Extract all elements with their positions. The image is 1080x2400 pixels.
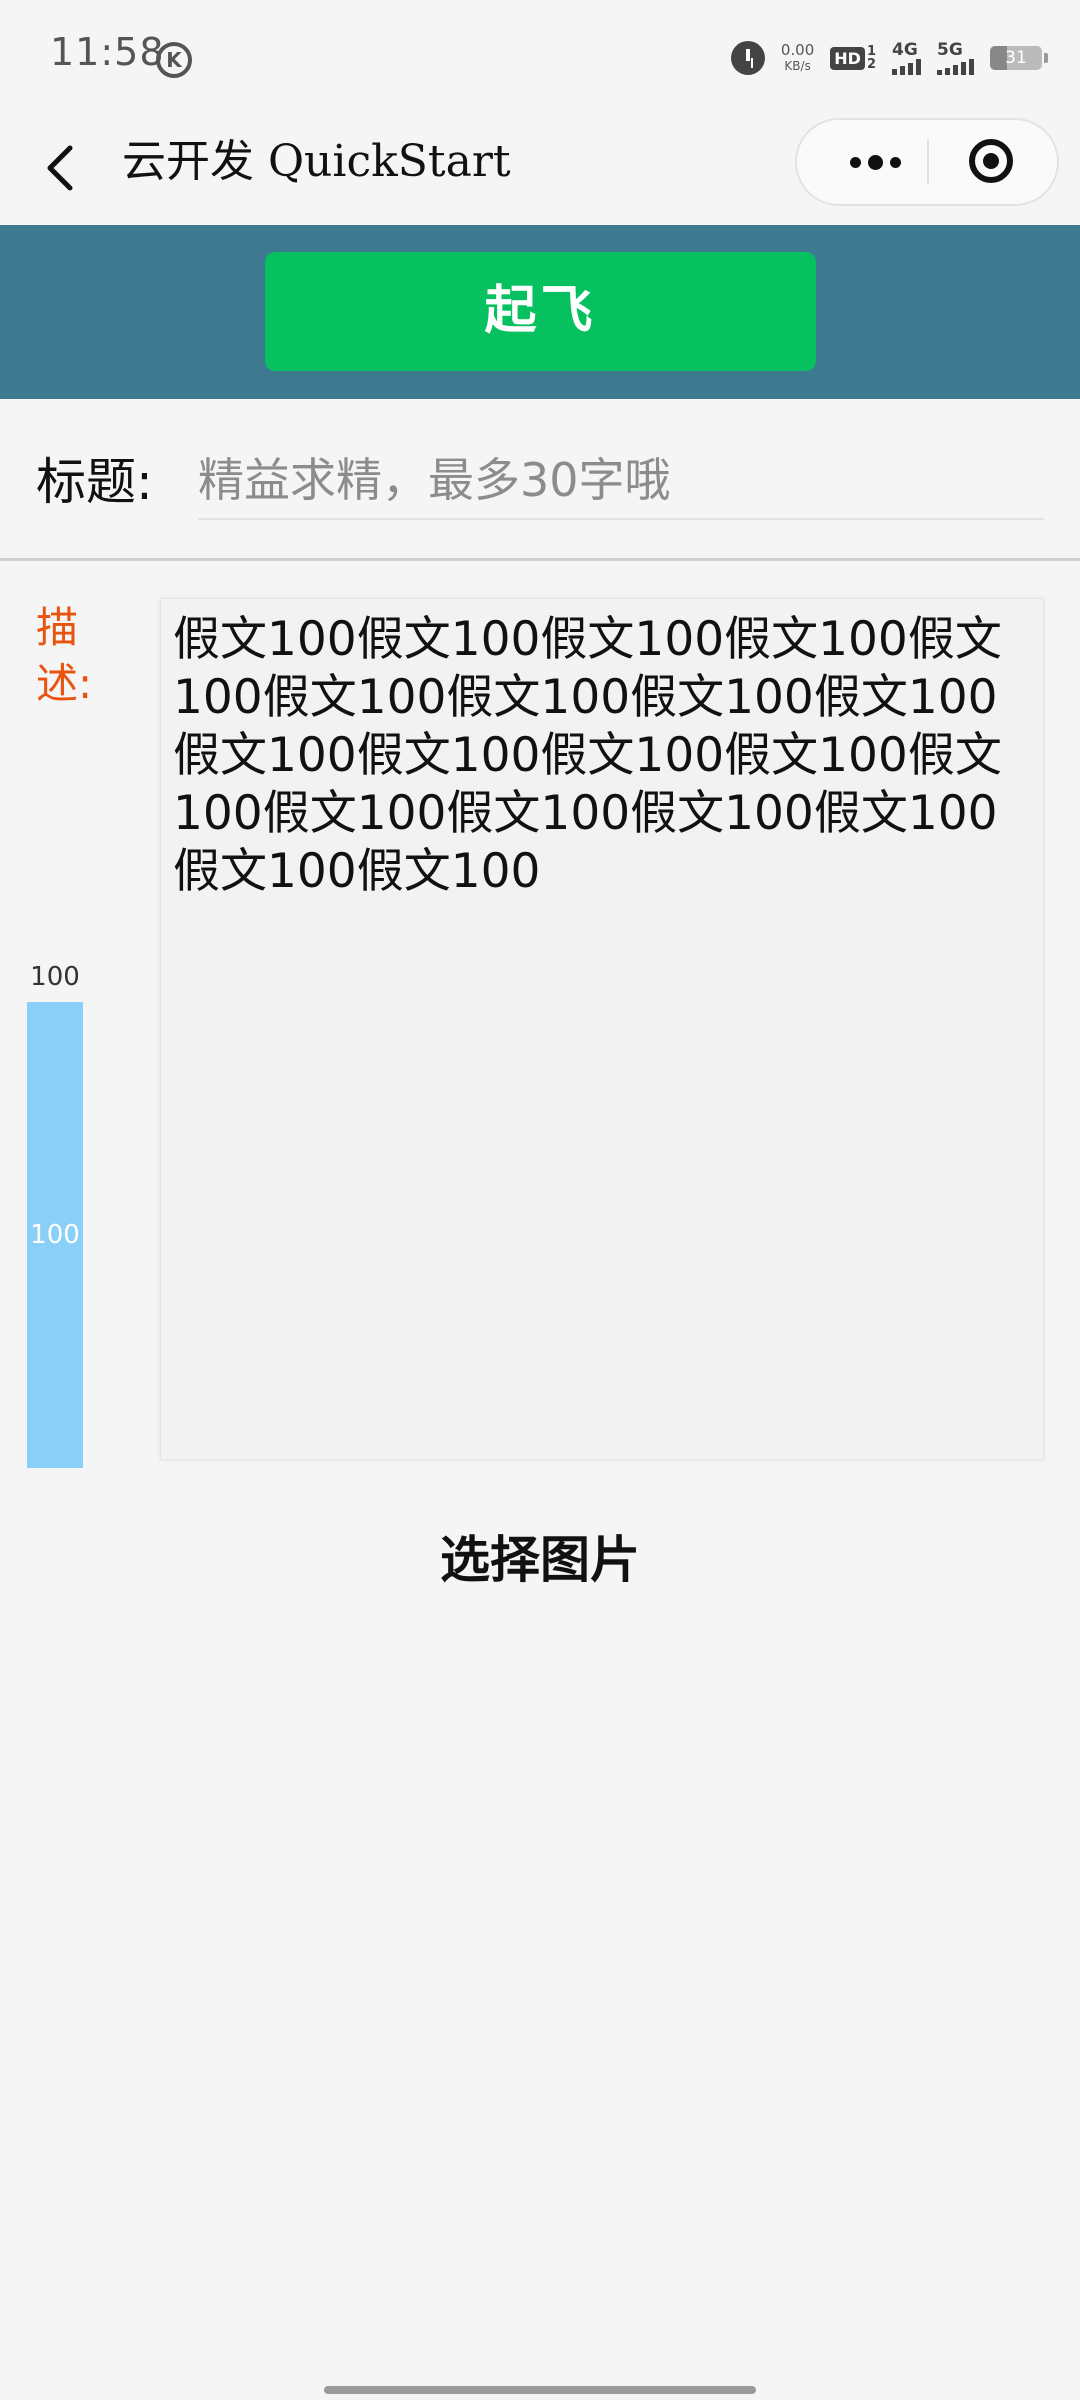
description-textarea[interactable]: 假文100假文100假文100假文100假文100假文100假文100假文100… — [160, 598, 1044, 1460]
title-label: 标题: — [36, 453, 153, 511]
description-label: 描述: — [36, 603, 93, 708]
signal-bars-icon — [892, 59, 921, 75]
signal-bars-icon — [937, 59, 974, 75]
app-screen: 11:58 K 0.00 KB/s HD 1 2 4G 5G 31 云开发 Qu… — [0, 0, 1080, 2400]
signal-5g-label: 5G — [937, 40, 963, 60]
more-button[interactable] — [827, 120, 923, 204]
net-speed-value: 0.00 — [780, 41, 815, 59]
navigation-bar: 云开发 QuickStart — [0, 110, 1080, 225]
net-speed: 0.00 KB/s — [781, 42, 814, 74]
signal-4g-label: 4G — [892, 40, 918, 60]
mini-program-capsule — [795, 118, 1059, 206]
chevron-left-icon — [47, 145, 73, 191]
close-target-icon[interactable] — [969, 139, 1013, 183]
title-input[interactable] — [198, 442, 1044, 520]
signal-4g: 4G — [892, 41, 921, 75]
hd-sub-2: 2 — [866, 57, 876, 72]
back-button[interactable] — [40, 140, 90, 200]
status-icons: 0.00 KB/s HD 1 2 4G 5G 31 — [730, 36, 1048, 80]
k-badge-icon: K — [156, 42, 192, 78]
battery-level: 31 — [1005, 48, 1027, 68]
hd-indicator: HD 1 2 — [830, 45, 876, 71]
status-time: 11:58 — [50, 30, 165, 74]
status-bar: 11:58 K 0.00 KB/s HD 1 2 4G 5G 31 — [0, 0, 1080, 110]
battery-icon: 31 — [990, 46, 1048, 70]
takeoff-button[interactable]: 起飞 — [265, 252, 816, 371]
net-speed-unit: KB/s — [784, 59, 811, 73]
action-band: 起飞 — [0, 225, 1080, 399]
section-divider — [0, 558, 1080, 561]
alarm-icon — [730, 41, 765, 75]
home-indicator[interactable] — [324, 2386, 756, 2394]
choose-image-button[interactable]: 选择图片 — [340, 1520, 740, 1600]
progress-top-label: 100 — [30, 962, 80, 992]
hd-icon: HD — [830, 46, 865, 70]
signal-5g: 5G — [937, 41, 974, 75]
page-title: 云开发 QuickStart — [122, 136, 511, 187]
title-row: 标题: — [0, 400, 1080, 560]
description-text: 假文100假文100假文100假文100假文100假文100假文100假文100… — [173, 612, 1002, 899]
capsule-divider — [927, 140, 929, 184]
progress-value-label: 100 — [30, 1220, 80, 1250]
